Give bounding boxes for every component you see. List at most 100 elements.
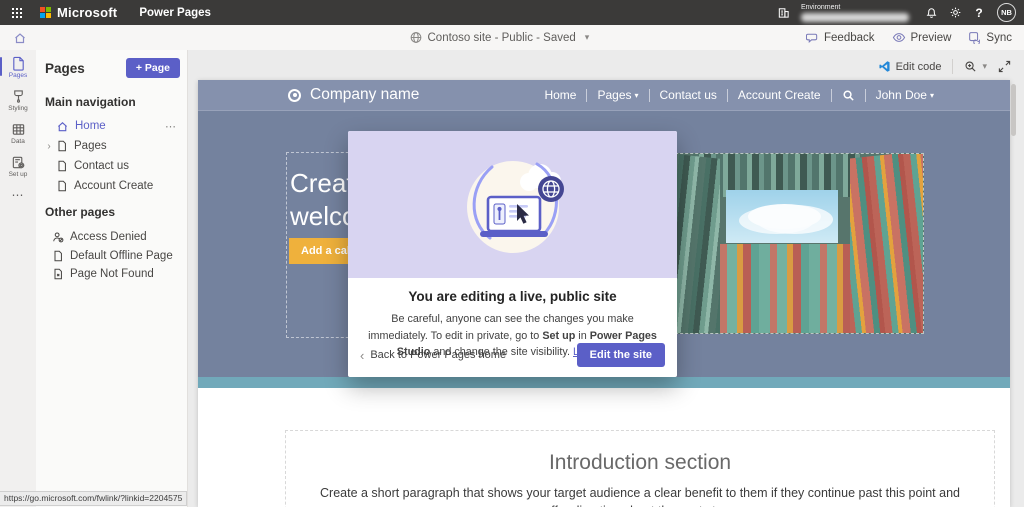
dialog-footer: ‹ Back to Power Pages home Edit the site <box>360 343 665 367</box>
environment-name-redacted <box>801 13 909 22</box>
preview-button[interactable]: Preview <box>892 31 952 44</box>
page-more-icon[interactable]: ⋯ <box>165 120 177 133</box>
canvas-scrollbar[interactable] <box>1011 84 1016 136</box>
page-item-contact-us[interactable]: Contact us <box>36 156 183 176</box>
page-item-account-create[interactable]: Account Create <box>36 176 183 196</box>
canvas-toolbar: Edit code ▾ <box>878 59 1011 74</box>
product-name[interactable]: Power Pages <box>139 7 211 19</box>
eye-preview-icon <box>892 33 905 42</box>
chevron-right-icon[interactable]: › <box>42 141 56 152</box>
rail-item-data[interactable]: Data <box>0 116 36 149</box>
chevron-down-icon: ▾ <box>982 61 987 71</box>
introduction-section: Introduction section Create a short para… <box>198 388 1010 507</box>
site-nav-contact[interactable]: Contact us <box>660 88 717 102</box>
site-status-text: Contoso site - Public - Saved <box>427 31 576 44</box>
page-item-access-denied[interactable]: Access Denied <box>36 227 183 247</box>
panel-title: Pages <box>45 61 85 76</box>
chevron-down-icon: ▾ <box>634 90 639 100</box>
left-nav-rail: Pages Styling Data Set up ⋯ <box>0 50 36 507</box>
company-logo-icon <box>288 88 301 102</box>
preview-label: Preview <box>910 31 952 44</box>
back-to-home-link[interactable]: ‹ Back to Power Pages home <box>360 349 506 362</box>
edit-code-label: Edit code <box>895 60 942 73</box>
main-navigation-header: Main navigation <box>45 95 136 109</box>
rail-more-icon[interactable]: ⋯ <box>0 182 36 208</box>
zoom-dropdown[interactable]: ▾ <box>964 60 987 73</box>
microsoft-logo-icon <box>40 7 51 18</box>
home-icon <box>57 121 68 131</box>
toolbar-divider <box>952 59 954 74</box>
building-environment-icon <box>771 0 795 25</box>
feedback-button[interactable]: Feedback <box>806 31 875 44</box>
laptop-globe-illustration-icon <box>466 160 564 253</box>
pages-panel: Pages + Page Main navigation Home ⋯ › Pa… <box>36 50 188 507</box>
section-divider-strip <box>198 377 1010 388</box>
introduction-text-region[interactable]: Introduction section Create a short para… <box>285 430 995 507</box>
introduction-body[interactable]: Create a short paragraph that shows your… <box>314 484 966 507</box>
chevron-down-icon: ▾ <box>584 32 590 42</box>
styling-icon <box>13 89 23 103</box>
introduction-title[interactable]: Introduction section <box>286 451 994 475</box>
rail-item-styling[interactable]: Styling <box>0 83 36 116</box>
live-site-warning-dialog: You are editing a live, public site Be c… <box>348 131 677 377</box>
site-nav-account-create[interactable]: Account Create <box>738 88 821 102</box>
site-search-icon[interactable] <box>842 89 855 102</box>
globe-icon <box>410 32 422 43</box>
topbar-actions: Environment ? NB <box>771 0 1016 25</box>
rail-item-pages[interactable]: Pages <box>0 50 36 83</box>
design-canvas: Edit code ▾ Company name Home Pages ▾ Co… <box>188 50 1024 507</box>
site-status-dropdown[interactable]: Contoso site - Public - Saved ▾ <box>409 31 589 44</box>
vscode-icon <box>879 61 890 72</box>
page-icon <box>58 180 66 192</box>
page-icon <box>58 140 66 152</box>
sync-button[interactable]: Sync <box>968 31 1012 44</box>
settings-gear-icon[interactable] <box>943 0 967 25</box>
feedback-label: Feedback <box>824 31 875 44</box>
setup-icon <box>12 156 24 168</box>
pages-icon <box>12 56 24 71</box>
page-error-icon <box>54 268 62 280</box>
company-name[interactable]: Company name <box>310 86 419 104</box>
dialog-title: You are editing a live, public site <box>408 289 617 304</box>
site-nav: Home Pages ▾ Contact us Account Create J… <box>544 88 934 102</box>
edit-code-button[interactable]: Edit code <box>878 60 942 73</box>
chevron-left-icon: ‹ <box>360 347 365 363</box>
add-page-button[interactable]: + Page <box>125 58 180 78</box>
dialog-illustration <box>348 131 677 278</box>
site-header[interactable]: Company name Home Pages ▾ Contact us Acc… <box>198 80 1010 111</box>
chevron-down-icon: ▾ <box>929 90 934 100</box>
page-item-default-offline[interactable]: Default Offline Page <box>36 246 183 266</box>
sync-label: Sync <box>986 31 1012 44</box>
app-launcher-waffle-icon[interactable] <box>4 0 30 25</box>
rail-item-setup[interactable]: Set up <box>0 149 36 182</box>
site-nav-pages[interactable]: Pages ▾ <box>597 88 638 102</box>
page-item-not-found[interactable]: Page Not Found <box>36 264 183 284</box>
data-table-icon <box>12 123 24 135</box>
site-nav-home[interactable]: Home <box>544 88 576 102</box>
feedback-icon <box>806 33 818 43</box>
edit-the-site-button[interactable]: Edit the site <box>576 343 665 367</box>
zoom-magnifier-icon <box>965 61 977 72</box>
sync-icon <box>969 32 981 44</box>
page-icon <box>54 250 62 262</box>
toolbar-actions: Feedback Preview Sync <box>806 31 1012 44</box>
environment-label: Environment <box>801 4 841 11</box>
page-icon <box>58 160 66 172</box>
studio-toolbar: Contoso site - Public - Saved ▾ Feedback… <box>0 25 1024 50</box>
app-top-bar: Microsoft Power Pages Environment ? NB <box>0 0 1024 25</box>
avatar-initials: NB <box>1001 8 1012 17</box>
notifications-bell-icon[interactable] <box>919 0 943 25</box>
hero-image[interactable] <box>640 153 924 334</box>
environment-picker[interactable]: Environment <box>801 3 909 22</box>
fullscreen-expand-icon[interactable] <box>998 60 1011 73</box>
page-item-home[interactable]: Home ⋯ <box>36 116 183 136</box>
user-avatar[interactable]: NB <box>997 3 1016 22</box>
person-denied-icon <box>53 232 64 243</box>
microsoft-brand-text: Microsoft <box>57 5 118 20</box>
link-status-url: https://go.microsoft.com/fwlink/?linkid=… <box>0 491 188 506</box>
other-pages-header: Other pages <box>45 205 116 219</box>
help-icon[interactable]: ? <box>967 0 991 25</box>
page-item-pages[interactable]: › Pages <box>36 136 183 156</box>
site-nav-user-menu[interactable]: John Doe ▾ <box>876 88 934 102</box>
studio-home-icon[interactable] <box>13 31 27 45</box>
